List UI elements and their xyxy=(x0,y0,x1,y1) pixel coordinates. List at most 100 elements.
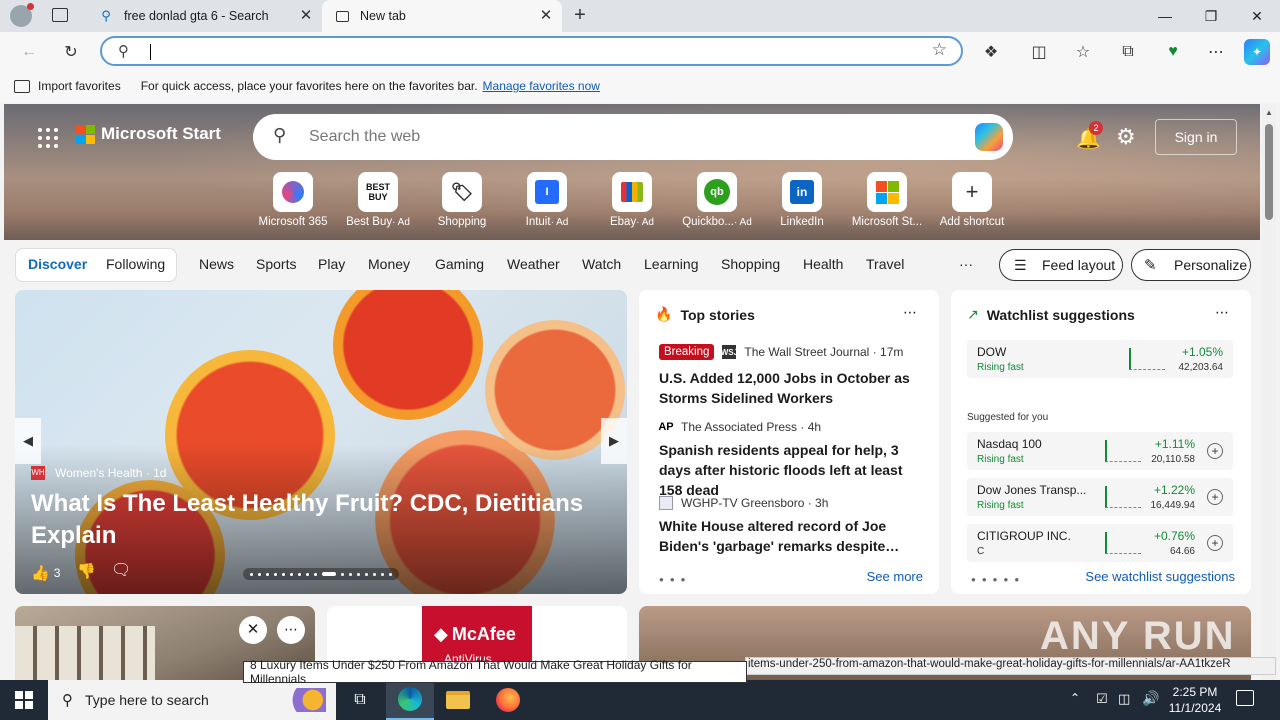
nav-travel[interactable]: Travel xyxy=(866,256,904,272)
favorites-icon[interactable]: ☆ xyxy=(1070,39,1096,65)
apps-launcher-icon[interactable] xyxy=(38,128,58,148)
settings-gear-icon[interactable]: ⚙ xyxy=(1116,124,1136,150)
close-tab-icon[interactable]: ✕ xyxy=(538,8,554,24)
split-screen-icon[interactable]: ◫ xyxy=(1026,39,1052,65)
feed-layout-button[interactable]: ☰ Feed layout xyxy=(999,249,1123,281)
microsoft-start-logo[interactable]: Microsoft Start xyxy=(76,124,221,144)
nav-play[interactable]: Play xyxy=(318,256,345,272)
close-window-button[interactable]: ✕ xyxy=(1234,0,1280,32)
nav-news[interactable]: News xyxy=(199,256,234,272)
nav-watch[interactable]: Watch xyxy=(582,256,621,272)
more-options-icon[interactable]: ⋯ xyxy=(903,304,917,321)
taskbar-search-box[interactable]: ⚲ Type here to search xyxy=(48,680,336,720)
carousel-next-button[interactable]: ▶ xyxy=(601,418,627,464)
minimize-button[interactable]: — xyxy=(1142,0,1188,32)
web-search-box[interactable]: ⚲ Search the web xyxy=(253,114,1013,160)
dismiss-button[interactable]: ✕ xyxy=(239,616,267,644)
shortcut-shopping[interactable]: 🏷 Shopping xyxy=(422,172,502,228)
tab-discover[interactable]: Discover xyxy=(28,256,87,272)
file-explorer-icon[interactable] xyxy=(434,680,482,720)
add-to-watchlist-icon[interactable]: + xyxy=(1207,535,1223,551)
story-title[interactable]: U.S. Added 12,000 Jobs in October as Sto… xyxy=(659,368,925,408)
more-categories-icon[interactable]: ··· xyxy=(959,256,973,272)
like-button[interactable]: 👍 3 xyxy=(31,564,60,582)
firefox-icon[interactable] xyxy=(484,680,532,720)
more-menu-icon[interactable]: ⋯ xyxy=(1203,39,1229,65)
nav-health[interactable]: Health xyxy=(803,256,843,272)
scroll-thumb[interactable] xyxy=(1265,124,1273,220)
nav-sports[interactable]: Sports xyxy=(256,256,296,272)
copilot-icon[interactable] xyxy=(975,123,1003,151)
comment-icon[interactable]: 🗨 xyxy=(111,560,131,580)
favorite-star-icon[interactable]: ☆ xyxy=(932,40,947,60)
nav-learning[interactable]: Learning xyxy=(644,256,699,272)
nav-shopping[interactable]: Shopping xyxy=(721,256,780,272)
pager-dots[interactable]: ●●● xyxy=(659,575,692,584)
thumbs-down-icon[interactable]: 👎 xyxy=(77,562,96,580)
more-options-icon[interactable]: ⋯ xyxy=(1215,304,1229,321)
notifications-center-icon[interactable] xyxy=(1236,690,1254,706)
manage-favorites-link[interactable]: Manage favorites now xyxy=(483,79,600,93)
carousel-dots[interactable] xyxy=(243,568,399,580)
extensions-icon[interactable]: ❖ xyxy=(978,39,1004,65)
vertical-scrollbar[interactable]: ▲ xyxy=(1262,104,1276,680)
tab-actions-icon[interactable] xyxy=(52,8,68,22)
see-watchlist-link[interactable]: See watchlist suggestions xyxy=(1085,569,1235,584)
scroll-up-icon[interactable]: ▲ xyxy=(1265,108,1273,117)
watchlist-row[interactable]: CITIGROUP INC. C +0.76% 64.66 + xyxy=(967,524,1233,562)
personalize-button[interactable]: ✎ Personalize xyxy=(1131,249,1251,281)
import-favorites-icon[interactable] xyxy=(14,79,30,93)
sign-in-button[interactable]: Sign in xyxy=(1155,119,1237,155)
network-icon[interactable]: ☑ xyxy=(1096,691,1108,707)
edge-taskbar-icon[interactable] xyxy=(386,680,434,720)
profile-icon[interactable] xyxy=(10,3,34,27)
clock-time: 2:25 PM xyxy=(1172,685,1218,699)
start-button[interactable] xyxy=(0,680,48,720)
shortcut-add[interactable]: + Add shortcut xyxy=(932,172,1012,228)
tab-following[interactable]: Following xyxy=(106,256,165,272)
shortcut-ebay[interactable]: Ebay· Ad xyxy=(592,172,672,228)
address-bar[interactable]: ⚲ ☆ xyxy=(100,36,963,66)
copilot-icon[interactable]: ✦ xyxy=(1244,39,1270,65)
brand-name: Microsoft Start xyxy=(101,124,221,143)
tab-title: free donlad gta 6 - Search xyxy=(124,9,269,23)
nav-weather[interactable]: Weather xyxy=(507,256,560,272)
shortcut-best-buy[interactable]: BEST BUY Best Buy· Ad xyxy=(338,172,418,228)
task-view-icon[interactable]: ⧉ xyxy=(336,680,384,720)
shortcut-quickbooks[interactable]: qb Quickbo...· Ad xyxy=(677,172,757,228)
carousel-prev-button[interactable]: ◀ xyxy=(15,418,41,464)
back-icon[interactable]: ← xyxy=(16,39,42,65)
notifications-icon[interactable]: 🔔 2 xyxy=(1076,121,1103,151)
clock[interactable]: 2:25 PM 11/1/2024 xyxy=(1166,684,1224,716)
story-title[interactable]: Spanish residents appeal for help, 3 day… xyxy=(659,440,925,500)
hero-article-title[interactable]: What Is The Least Healthy Fruit? CDC, Di… xyxy=(31,488,591,552)
volume-icon[interactable]: 🔊 xyxy=(1142,690,1159,707)
tab-new-tab[interactable]: New tab ✕ xyxy=(322,0,562,32)
hero-article-card[interactable]: ◀ ▶ WH Women's Health · 1d What Is The L… xyxy=(15,290,627,594)
new-tab-button[interactable]: + xyxy=(568,4,592,28)
restore-button[interactable]: ❐ xyxy=(1188,0,1234,32)
see-more-link[interactable]: See more xyxy=(867,569,923,584)
collections-icon[interactable]: ⧉ xyxy=(1115,39,1141,65)
shortcut-microsoft-365[interactable]: Microsoft 365 xyxy=(253,172,333,228)
refresh-icon[interactable]: ↻ xyxy=(58,39,84,65)
more-options-icon[interactable]: ⋯ xyxy=(277,616,305,644)
story-title[interactable]: White House altered record of Joe Biden'… xyxy=(659,516,925,556)
show-hidden-icons[interactable]: ⌃ xyxy=(1070,691,1080,705)
import-favorites-button[interactable]: Import favorites xyxy=(38,79,121,93)
add-to-watchlist-icon[interactable]: + xyxy=(1207,443,1223,459)
watchlist-row[interactable]: Dow Jones Transp... Rising fast +1.22% 1… xyxy=(967,478,1233,516)
nav-gaming[interactable]: Gaming xyxy=(435,256,484,272)
pager-dots[interactable]: ●●●●● xyxy=(971,575,1025,584)
nav-money[interactable]: Money xyxy=(368,256,410,272)
shortcut-intuit[interactable]: I Intuit· Ad xyxy=(507,172,587,228)
watchlist-row[interactable]: Nasdaq 100 Rising fast +1.11% 20,110.58 … xyxy=(967,432,1233,470)
watchlist-row[interactable]: DOW Rising fast +1.05% 42,203.64 xyxy=(967,340,1233,378)
browser-essentials-icon[interactable]: ♥ xyxy=(1160,39,1186,65)
add-to-watchlist-icon[interactable]: + xyxy=(1207,489,1223,505)
wifi-icon[interactable]: ◫ xyxy=(1118,691,1130,707)
close-tab-icon[interactable]: ✕ xyxy=(298,8,314,24)
shortcut-linkedin[interactable]: in LinkedIn xyxy=(762,172,842,228)
shortcut-microsoft-store[interactable]: Microsoft St... xyxy=(847,172,927,228)
tab-search[interactable]: ⚲ free donlad gta 6 - Search ✕ xyxy=(86,0,322,32)
